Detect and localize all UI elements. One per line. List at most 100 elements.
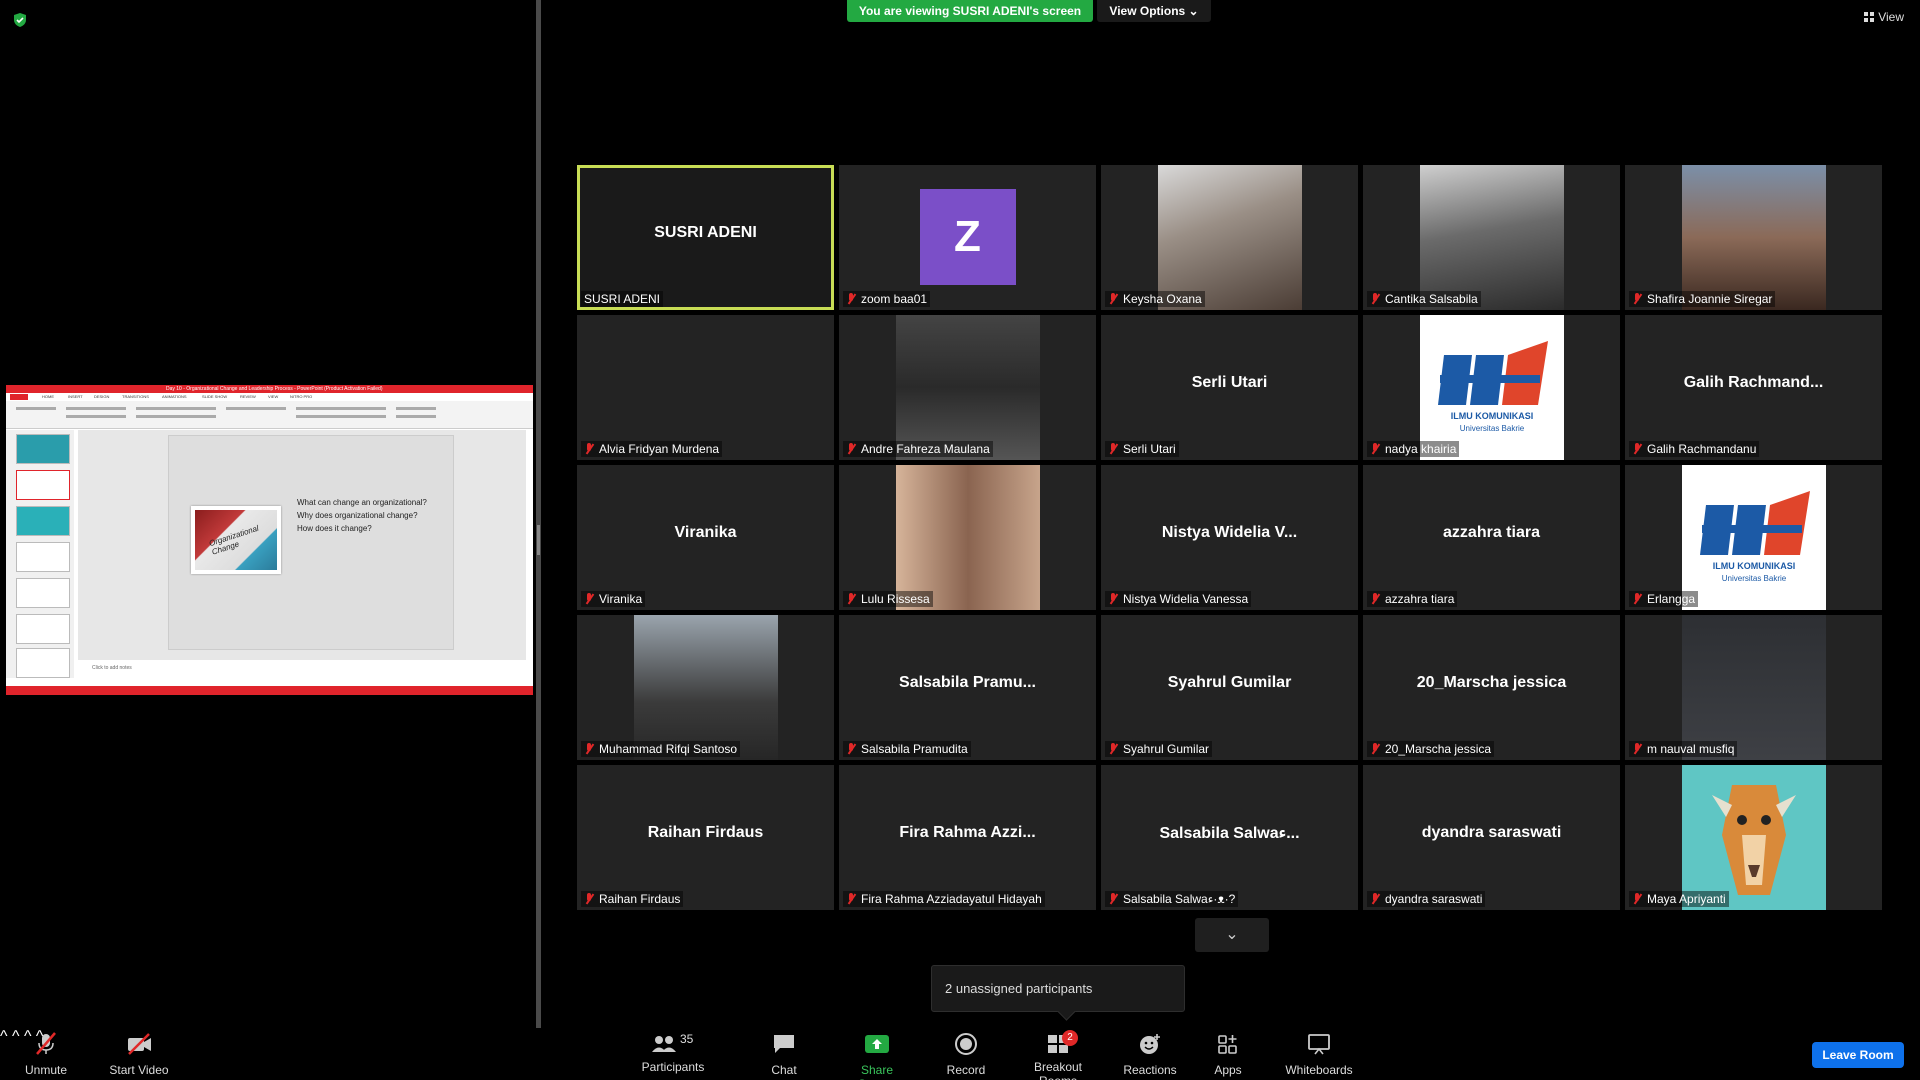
logo-text: ILMU KOMUNIKASI <box>1450 411 1533 421</box>
participant-video <box>1157 165 1302 310</box>
participant-tile[interactable]: 20_Marscha jessica 20_Marscha jessica <box>1363 615 1620 760</box>
participant-name: m nauval musfiq <box>1647 742 1735 756</box>
participant-tile[interactable]: Shafira Joannie Siregar <box>1625 165 1882 310</box>
slide-thumbnail <box>16 434 70 464</box>
participant-name: Alvia Fridyan Murdena <box>599 442 720 456</box>
participant-video <box>895 315 1040 460</box>
split-divider[interactable] <box>536 0 541 1028</box>
participant-name: Erlangga <box>1647 592 1696 606</box>
participant-tile[interactable]: Viranika Viranika <box>577 465 834 610</box>
start-video-button[interactable]: Start Video <box>104 1032 174 1077</box>
view-options-button[interactable]: View Options ⌄ <box>1097 0 1211 22</box>
share-screen-button[interactable]: Share Screen <box>842 1032 912 1080</box>
participant-video <box>1419 165 1564 310</box>
participant-tile[interactable]: Keysha Oxana <box>1101 165 1358 310</box>
participant-name: azzahra tiara <box>1385 592 1455 606</box>
muted-mic-icon <box>846 893 856 905</box>
participant-tile[interactable]: Maya Apriyanti <box>1625 765 1882 910</box>
participant-tile[interactable]: Alvia Fridyan Murdena <box>577 315 834 460</box>
participant-name: Nistya Widelia Vanessa <box>1123 592 1249 606</box>
giraffe-avatar <box>1681 765 1826 910</box>
participant-name-label: Viranika <box>581 591 646 607</box>
participant-name: SUSRI ADENI <box>584 292 661 306</box>
participant-name-label: Fira Rahma Azziadayatul Hidayah <box>843 891 1045 907</box>
participant-display-name: Nistya Widelia V... <box>1161 523 1298 541</box>
participant-gallery: SUSRI ADENI SUSRI ADENI Zzoom baa01 Keysha … <box>577 165 1885 913</box>
participant-display-name: 20_Marscha jessica <box>1416 673 1567 691</box>
participant-name: Lulu Rissesa <box>861 592 930 606</box>
share-screen-label: Share Screen <box>858 1063 896 1080</box>
muted-mic-icon <box>1108 443 1118 455</box>
ilmu-komunikasi-logo: ILMU KOMUNIKASI Universitas Bakrie <box>1419 315 1564 460</box>
participant-name-label: zoom baa01 <box>843 291 931 307</box>
participant-display-name: Fira Rahma Azzi... <box>899 823 1036 841</box>
view-button[interactable]: View <box>1864 10 1904 24</box>
participant-name-label: Keysha Oxana <box>1105 291 1205 307</box>
shield-icon[interactable] <box>12 12 28 28</box>
muted-mic-icon <box>1370 593 1380 605</box>
participant-tile[interactable]: dyandra saraswati dyandra saraswati <box>1363 765 1620 910</box>
muted-mic-icon <box>1370 743 1380 755</box>
participant-tile[interactable]: Serli Utari Serli Utari <box>1101 315 1358 460</box>
reactions-button[interactable]: Reactions <box>1122 1032 1178 1077</box>
unmute-button[interactable]: Unmute <box>18 1032 74 1077</box>
participant-name: Keysha Oxana <box>1123 292 1202 306</box>
ppt-tab: DESIGN <box>94 394 110 399</box>
whiteboards-button[interactable]: Whiteboards <box>1284 1032 1354 1077</box>
participant-tile[interactable]: Nistya Widelia V... Nistya Widelia Vaness… <box>1101 465 1358 610</box>
participant-name: Andre Fahreza Maulana <box>861 442 990 456</box>
participant-name-label: Cantika Salsabila <box>1367 291 1481 307</box>
ppt-file-tab <box>10 394 28 400</box>
participant-name-label: Muhammad Rifqi Santoso <box>581 741 741 757</box>
ppt-tab: ANIMATIONS <box>162 394 187 399</box>
slide-line: Why does organizational change? <box>297 511 418 520</box>
participant-tile[interactable]: SUSRI ADENI SUSRI ADENI <box>577 165 834 310</box>
muted-mic-icon <box>1632 443 1642 455</box>
participant-tile[interactable]: Andre Fahreza Maulana <box>839 315 1096 460</box>
participant-tile[interactable]: Fira Rahma Azzi... Fira Rahma Azziadayatu… <box>839 765 1096 910</box>
muted-mic-icon <box>584 743 594 755</box>
ppt-tab: INSERT <box>68 394 83 399</box>
divider-handle[interactable] <box>537 525 540 555</box>
chat-button[interactable]: Chat <box>768 1032 800 1077</box>
participant-tile[interactable]: Zzoom baa01 <box>839 165 1096 310</box>
muted-mic-icon <box>1632 893 1642 905</box>
participant-tile[interactable]: Salsabila Pramu... Salsabila Pramudita <box>839 615 1096 760</box>
participant-tile[interactable]: Cantika Salsabila <box>1363 165 1620 310</box>
muted-mic-icon <box>1632 593 1642 605</box>
ppt-ribbon <box>6 401 533 429</box>
participant-display-name: Salsabila Salwaء... <box>1159 824 1300 842</box>
participant-tile[interactable]: Syahrul Gumilar Syahrul Gumilar <box>1101 615 1358 760</box>
chevron-down-icon[interactable]: ⌄ <box>1195 918 1269 952</box>
participant-tile[interactable]: ILMU KOMUNIKASI Universitas Bakrie nadya k… <box>1363 315 1620 460</box>
slide-text: What can change an organizational? Why d… <box>297 496 427 535</box>
participant-tile[interactable]: m nauval musfiq <box>1625 615 1882 760</box>
breakout-rooms-button[interactable]: 2 Breakout Rooms <box>1014 1030 1102 1080</box>
participants-button[interactable]: 35 Participants <box>638 1032 708 1074</box>
apps-button[interactable]: Apps <box>1212 1032 1244 1077</box>
participant-tile[interactable]: Lulu Rissesa <box>839 465 1096 610</box>
participant-name-label: Serli Utari <box>1105 441 1179 457</box>
reactions-icon <box>1140 1034 1160 1054</box>
participant-tile[interactable]: ILMU KOMUNIKASI Universitas Bakrie Erlangg… <box>1625 465 1882 610</box>
ppt-slide-thumbnails <box>6 430 74 678</box>
leave-room-button[interactable]: Leave Room <box>1812 1042 1904 1068</box>
chat-icon <box>774 1035 794 1053</box>
audio-options-caret[interactable]: ^ <box>0 1028 8 1045</box>
record-button[interactable]: Record <box>944 1032 988 1077</box>
shared-screen-panel: Day 10 - Organizational Change and Leade… <box>0 0 538 1028</box>
ppt-tab: VIEW <box>268 394 279 399</box>
muted-mic-icon <box>846 443 856 455</box>
participant-tile[interactable]: Salsabila Salwaء... Salsabila Salwaء·ᴥ·? <box>1101 765 1358 910</box>
participant-tile[interactable]: Galih Rachmand... Galih Rachmandanu <box>1625 315 1882 460</box>
muted-mic-icon <box>846 293 856 305</box>
participant-tile[interactable]: Muhammad Rifqi Santoso <box>577 615 834 760</box>
participant-name-label: Salsabila Salwaء·ᴥ·? <box>1105 891 1239 907</box>
participant-video <box>1681 165 1826 310</box>
whiteboards-label: Whiteboards <box>1285 1063 1353 1077</box>
participant-tile[interactable]: Raihan Firdaus Raihan Firdaus <box>577 765 834 910</box>
chat-label: Chat <box>771 1063 797 1077</box>
muted-mic-icon <box>1108 893 1118 905</box>
participant-tile[interactable]: azzahra tiara azzahra tiara <box>1363 465 1620 610</box>
meeting-toolbar: Unmute ^ Start Video ^ 35 Participants C… <box>0 1028 1920 1080</box>
